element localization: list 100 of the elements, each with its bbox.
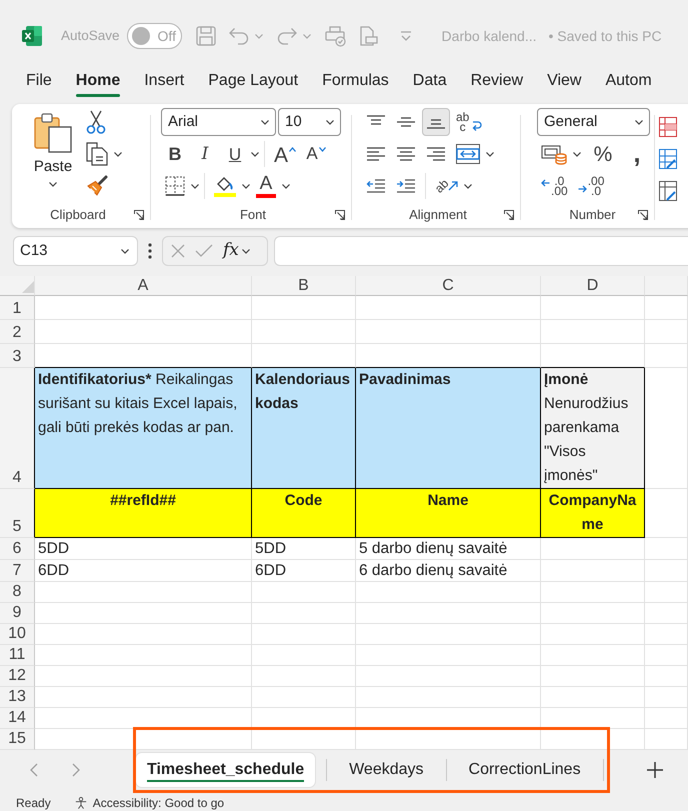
plus-icon[interactable] bbox=[647, 762, 663, 778]
table-cell: 5 darbo dienų savaitė bbox=[356, 538, 541, 560]
column-header[interactable]: D bbox=[541, 276, 645, 296]
menu-tab[interactable]: Data bbox=[400, 66, 459, 98]
font-color-button[interactable]: A bbox=[252, 172, 280, 200]
row-number[interactable]: 2 bbox=[0, 320, 35, 344]
table-cell: CompanyName bbox=[541, 489, 645, 538]
sheet-tab[interactable]: Timesheet_schedule bbox=[136, 753, 316, 787]
table-grid-icon[interactable] bbox=[659, 149, 677, 169]
align-button[interactable] bbox=[422, 108, 450, 136]
caret-icon[interactable] bbox=[573, 152, 581, 156]
menu-tab[interactable]: Formulas bbox=[310, 66, 401, 98]
font-size-select[interactable]: 10 bbox=[278, 108, 341, 136]
vertical-dots-icon[interactable] bbox=[148, 243, 152, 259]
increase-decimal-button[interactable]: .0 .00 bbox=[537, 172, 572, 200]
grow-font-button[interactable]: A bbox=[270, 140, 300, 168]
underline-button[interactable]: U bbox=[221, 140, 249, 168]
caret-icon[interactable] bbox=[464, 184, 472, 188]
sheet-tab[interactable]: Weekdays bbox=[338, 753, 435, 787]
dialog-launcher-icon[interactable] bbox=[504, 210, 514, 220]
menu-tab[interactable]: Insert bbox=[132, 66, 196, 98]
paste-button[interactable]: Paste bbox=[28, 107, 78, 205]
wrap-text-button[interactable]: ab c bbox=[452, 108, 486, 136]
row-number[interactable]: 9 bbox=[0, 603, 35, 624]
row-number[interactable]: 10 bbox=[0, 624, 35, 645]
diagonal-arrow-icon bbox=[448, 181, 458, 191]
decrease-decimal-button[interactable]: .00 .0 bbox=[574, 172, 608, 200]
table-grid-icon[interactable] bbox=[659, 117, 677, 137]
caret-icon[interactable] bbox=[114, 152, 122, 156]
table-cell: Identifikatorius* Reikalingas surišant su kitais Excel lapais, gali būti prekės kodas ar pan. bbox=[35, 368, 252, 489]
paintbrush-icon[interactable] bbox=[86, 175, 108, 197]
accessibility-status[interactable]: Accessibility: Good to go bbox=[92, 796, 224, 810]
swatch-icon bbox=[256, 194, 276, 198]
row-number[interactable]: 12 bbox=[0, 666, 35, 687]
save-status: • Saved to this PC bbox=[548, 26, 662, 46]
insert-function-button[interactable]: fx bbox=[223, 238, 250, 264]
row-number[interactable]: 3 bbox=[0, 344, 35, 368]
row-number[interactable]: 11 bbox=[0, 645, 35, 666]
enter-check-icon[interactable] bbox=[195, 244, 213, 258]
decrease-indent-icon[interactable] bbox=[366, 179, 386, 193]
italic-button[interactable]: I bbox=[191, 140, 219, 168]
scissors-icon[interactable] bbox=[86, 110, 106, 134]
printer-check-icon[interactable] bbox=[324, 26, 346, 46]
font-name-select[interactable]: Arial bbox=[161, 108, 276, 136]
status-text: Ready bbox=[16, 796, 51, 810]
shrink-font-button[interactable]: A bbox=[302, 140, 330, 168]
dialog-launcher-icon[interactable] bbox=[134, 210, 144, 220]
caret-icon bbox=[242, 248, 250, 254]
dialog-launcher-icon[interactable] bbox=[638, 210, 648, 220]
row-number[interactable]: 4 bbox=[0, 368, 35, 489]
caret-icon[interactable] bbox=[242, 184, 250, 188]
row-number[interactable]: 7 bbox=[0, 560, 35, 582]
comma-style-button[interactable]: , bbox=[623, 140, 651, 168]
row-number[interactable]: 1 bbox=[0, 296, 35, 320]
caret-down-icon bbox=[318, 147, 326, 152]
group-label: Alignment bbox=[409, 206, 467, 224]
row-number[interactable]: 13 bbox=[0, 687, 35, 708]
menu-tab[interactable]: Page Layout bbox=[196, 66, 310, 98]
caret-icon[interactable] bbox=[191, 184, 199, 188]
borders-icon[interactable] bbox=[165, 176, 185, 196]
column-header[interactable]: A bbox=[35, 276, 252, 296]
formula-input[interactable] bbox=[274, 236, 688, 266]
sheet-tab[interactable]: CorrectionLines bbox=[458, 753, 592, 787]
table-cell: 5DD bbox=[35, 538, 252, 560]
table-cell: Name bbox=[356, 489, 541, 538]
row-number[interactable]: 14 bbox=[0, 708, 35, 729]
dialog-launcher-icon[interactable] bbox=[335, 210, 345, 220]
row-number[interactable]: 15 bbox=[0, 729, 35, 750]
bold-button[interactable]: B bbox=[161, 140, 189, 168]
paint-bucket-icon[interactable] bbox=[214, 175, 236, 197]
menu-tab[interactable]: Home bbox=[64, 66, 132, 98]
caret-icon[interactable] bbox=[486, 152, 494, 156]
table-cell: Įmonė Nenurodžius parenkama "Visos įmonės" bbox=[541, 368, 645, 489]
menu-tab[interactable]: Autom bbox=[593, 66, 664, 98]
copy-icon[interactable] bbox=[86, 142, 108, 166]
group-label: Font bbox=[240, 206, 266, 224]
caret-icon[interactable] bbox=[251, 152, 259, 156]
file-name: Darbo kalend... bbox=[442, 26, 536, 46]
row-number[interactable]: 5 bbox=[0, 489, 35, 538]
menu-tab[interactable]: Review bbox=[458, 66, 536, 98]
orientation-button[interactable]: ab bbox=[431, 172, 462, 200]
row-number[interactable]: 8 bbox=[0, 582, 35, 603]
menu-tab[interactable]: File bbox=[14, 66, 64, 98]
percent-button[interactable]: % bbox=[589, 140, 617, 168]
accounting-format-icon[interactable] bbox=[541, 143, 567, 165]
table-grid-icon[interactable] bbox=[659, 181, 677, 201]
spreadsheet-logo-icon bbox=[22, 26, 42, 46]
arrow-right-icon bbox=[578, 185, 587, 193]
menu-tab[interactable]: View bbox=[535, 66, 594, 98]
name-box[interactable]: C13 bbox=[13, 236, 138, 266]
number-format-select[interactable]: General bbox=[537, 108, 650, 136]
merge-cells-icon[interactable] bbox=[456, 144, 480, 164]
increase-indent-icon[interactable] bbox=[396, 179, 416, 193]
caret-icon[interactable] bbox=[282, 184, 290, 188]
column-header[interactable]: B bbox=[252, 276, 356, 296]
table-cell: Code bbox=[252, 489, 356, 538]
row-number[interactable]: 6 bbox=[0, 538, 35, 560]
accessibility-icon[interactable] bbox=[74, 797, 87, 809]
column-header[interactable]: C bbox=[356, 276, 541, 296]
table-cell: 6 darbo dienų savaitė bbox=[356, 560, 541, 582]
